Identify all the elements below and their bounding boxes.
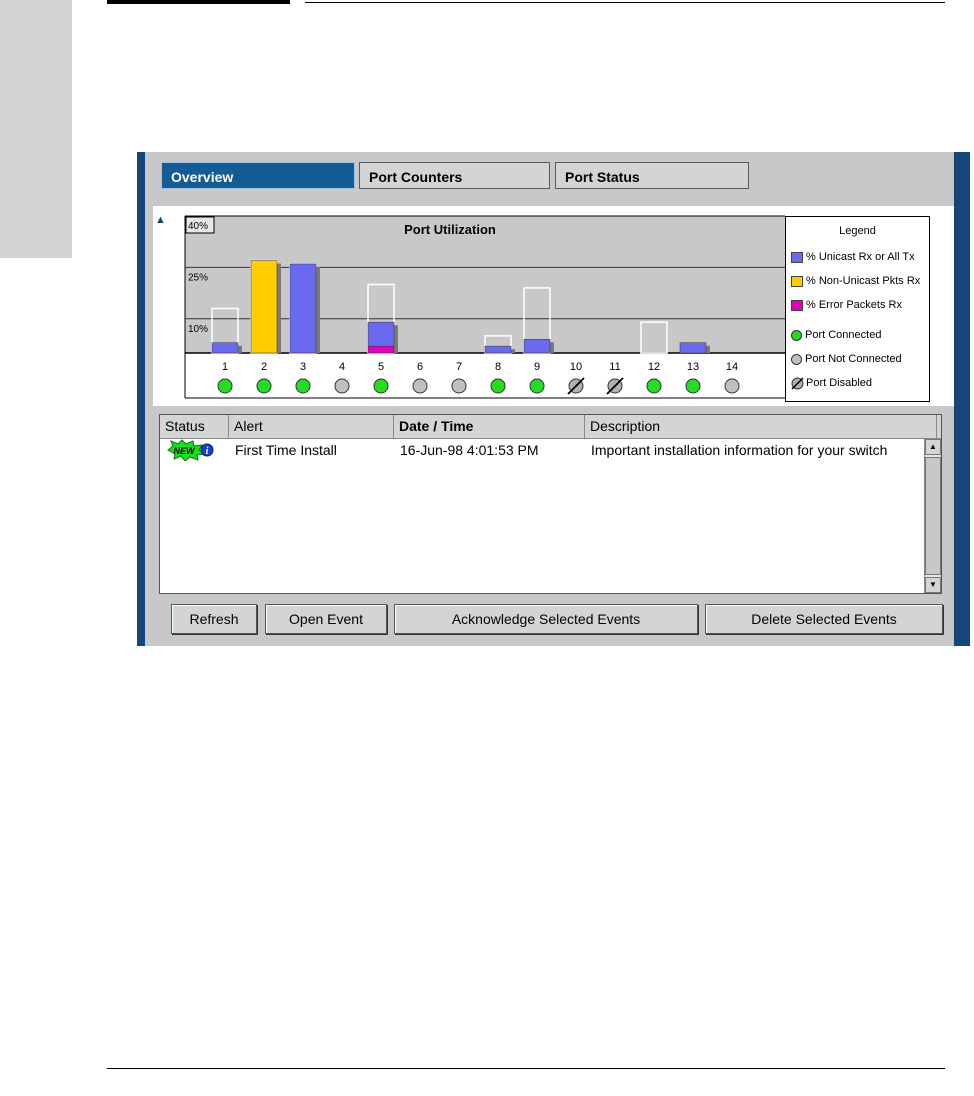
port-status-dot bbox=[217, 378, 233, 394]
legend-item-port-connected: Port Connected bbox=[791, 327, 881, 343]
port-number-label: 8 bbox=[495, 361, 501, 373]
port-number-label: 14 bbox=[726, 361, 738, 373]
scroll-down-icon[interactable]: ▼ bbox=[925, 577, 941, 593]
legend-label-port-disabled: Port Disabled bbox=[806, 377, 873, 389]
port-number-label: 13 bbox=[687, 361, 699, 373]
tab-overview[interactable]: Overview bbox=[161, 162, 355, 189]
port-not-connected-icon bbox=[791, 353, 802, 365]
open-event-button[interactable]: Open Event bbox=[265, 604, 387, 634]
error-swatch-icon bbox=[791, 299, 803, 311]
tab-port-status[interactable]: Port Status bbox=[555, 162, 749, 189]
non-unicast-swatch-icon bbox=[791, 275, 803, 287]
status-cell: NEW i bbox=[166, 439, 214, 464]
column-header-description[interactable]: Description bbox=[585, 415, 937, 438]
port-status-dot bbox=[724, 378, 740, 394]
port-status-dot bbox=[451, 378, 467, 394]
port-number-label: 2 bbox=[261, 361, 267, 373]
port-utilization-chart: 40%25%10%Port Utilization1 2 3 4 5 6 7 8 9 10 11 12… bbox=[184, 215, 785, 399]
port-status-dot bbox=[373, 378, 389, 394]
port-number-label: 4 bbox=[339, 361, 345, 373]
port-status-dot bbox=[646, 378, 662, 394]
event-log-table: Status Alert Date / Time Description NEW… bbox=[159, 414, 942, 594]
chart-legend: Legend % Unicast Rx or All Tx % Non-Unic… bbox=[785, 216, 930, 402]
bar bbox=[484, 345, 512, 354]
description-cell: Important installation information for y… bbox=[591, 442, 888, 458]
refresh-button[interactable]: Refresh bbox=[171, 604, 257, 634]
port-status-dot bbox=[256, 378, 272, 394]
chart-title: Port Utilization bbox=[404, 222, 496, 237]
legend-label-error: % Error Packets Rx bbox=[806, 299, 902, 311]
legend-label-port-connected: Port Connected bbox=[805, 329, 882, 341]
datetime-cell: 16-Jun-98 4:01:53 PM bbox=[400, 442, 539, 458]
bar bbox=[523, 339, 551, 354]
port-utilization-panel: ▲ 40% 25% 10% Port Utilization 1 2 3 4 5 6 7 8 9 10 11… bbox=[153, 206, 954, 406]
header-rule-thick bbox=[107, 0, 290, 4]
new-badge-label: NEW bbox=[174, 446, 197, 456]
y-tick-label: 25% bbox=[188, 272, 208, 283]
port-number-label: 7 bbox=[456, 361, 462, 373]
bar bbox=[367, 321, 395, 347]
port-number-label: 3 bbox=[300, 361, 306, 373]
header-rule bbox=[305, 2, 945, 3]
table-row[interactable]: NEW i First Time Install 16-Jun-98 4:01:… bbox=[160, 439, 924, 464]
app-window: Overview Port Counters Port Status ▲ 40%… bbox=[137, 152, 970, 646]
alert-cell: First Time Install bbox=[235, 442, 337, 458]
port-number-label: 10 bbox=[570, 361, 582, 373]
port-status-dot bbox=[685, 378, 701, 394]
port-status-dot bbox=[295, 378, 311, 394]
bar bbox=[289, 263, 317, 354]
column-header-alert[interactable]: Alert bbox=[229, 415, 394, 438]
port-number-label: 6 bbox=[417, 361, 423, 373]
legend-item-non-unicast: % Non-Unicast Pkts Rx bbox=[791, 273, 920, 289]
side-thumb-tab bbox=[0, 0, 72, 258]
bar bbox=[211, 342, 239, 354]
legend-label-unicast: % Unicast Rx or All Tx bbox=[806, 251, 915, 263]
legend-item-port-not-connected: Port Not Connected bbox=[791, 351, 902, 367]
bar bbox=[679, 342, 707, 354]
port-status-dot bbox=[490, 378, 506, 394]
app-content: Overview Port Counters Port Status ▲ 40%… bbox=[145, 152, 954, 646]
port-number-label: 11 bbox=[609, 361, 620, 373]
legend-title: Legend bbox=[839, 225, 876, 237]
legend-label-non-unicast: % Non-Unicast Pkts Rx bbox=[806, 275, 921, 287]
new-badge-icon: NEW i bbox=[167, 439, 214, 462]
port-number-label: 12 bbox=[648, 361, 660, 373]
info-icon: i bbox=[206, 446, 209, 457]
port-disabled-icon bbox=[791, 377, 804, 390]
delete-selected-events-button[interactable]: Delete Selected Events bbox=[705, 604, 943, 634]
y-tick-label: 40% bbox=[188, 221, 208, 232]
port-number-label: 1 bbox=[222, 361, 228, 373]
bar bbox=[367, 345, 395, 354]
column-header-status[interactable]: Status bbox=[160, 415, 229, 438]
port-number-label: 5 bbox=[378, 361, 384, 373]
tab-bar: Overview Port Counters Port Status bbox=[145, 152, 954, 206]
y-tick-label: 10% bbox=[188, 324, 208, 335]
scroll-up-icon[interactable]: ▲ bbox=[925, 439, 941, 455]
port-connected-icon bbox=[791, 329, 802, 341]
legend-item-unicast: % Unicast Rx or All Tx bbox=[791, 249, 915, 265]
bar bbox=[250, 260, 278, 354]
footer-rule bbox=[107, 1068, 945, 1069]
port-status-dot bbox=[412, 378, 428, 394]
port-number-label: 9 bbox=[534, 361, 540, 373]
column-header-datetime[interactable]: Date / Time bbox=[394, 415, 585, 438]
acknowledge-selected-events-button[interactable]: Acknowledge Selected Events bbox=[394, 604, 698, 634]
scroll-thumb[interactable] bbox=[925, 457, 941, 575]
table-scrollbar[interactable]: ▲ ▼ bbox=[924, 439, 941, 593]
unicast-swatch-icon bbox=[791, 251, 803, 263]
tab-port-counters[interactable]: Port Counters bbox=[359, 162, 550, 189]
port-status-dot bbox=[334, 378, 350, 394]
legend-item-error: % Error Packets Rx bbox=[791, 297, 902, 313]
port-status-dot bbox=[529, 378, 545, 394]
table-header: Status Alert Date / Time Description bbox=[160, 415, 941, 439]
legend-item-port-disabled: Port Disabled bbox=[791, 375, 872, 391]
legend-label-port-not-connected: Port Not Connected bbox=[805, 353, 902, 365]
